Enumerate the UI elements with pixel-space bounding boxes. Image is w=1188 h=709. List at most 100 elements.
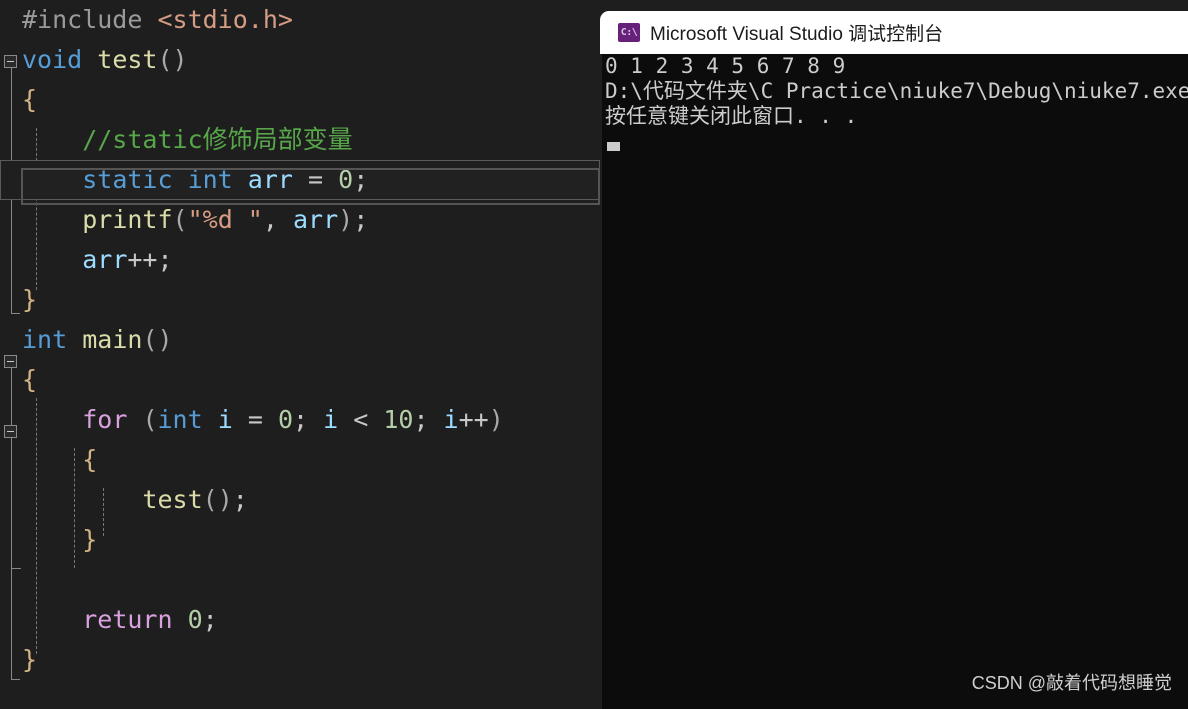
code-line-text: { bbox=[22, 360, 37, 400]
code-line-text: return 0; bbox=[22, 600, 218, 640]
code-token: arr bbox=[292, 205, 339, 234]
code-line[interactable]: return 0; bbox=[0, 600, 600, 640]
code-line[interactable]: void test() bbox=[0, 40, 600, 80]
code-line[interactable]: for (int i = 0; i < 10; i++) bbox=[0, 400, 600, 440]
code-token: main bbox=[82, 325, 143, 354]
vs-console-icon: C:\ bbox=[618, 23, 640, 42]
code-token: ) bbox=[338, 205, 354, 234]
code-line-text: int main() bbox=[22, 320, 173, 360]
code-token: static bbox=[82, 165, 188, 194]
console-title-text: Microsoft Visual Studio 调试控制台 bbox=[650, 24, 944, 45]
code-line[interactable]: //static修饰局部变量 bbox=[0, 120, 600, 160]
code-token: 0 bbox=[187, 605, 203, 634]
code-line[interactable]: static int arr = 0; bbox=[0, 160, 600, 200]
code-line-text: { bbox=[22, 440, 97, 480]
code-token: ( bbox=[172, 205, 188, 234]
code-line-text: } bbox=[22, 520, 97, 560]
code-token: i bbox=[443, 405, 459, 434]
code-line[interactable]: arr++; bbox=[0, 240, 600, 280]
code-token: i bbox=[217, 405, 248, 434]
code-token: () bbox=[157, 45, 188, 74]
code-token: ; bbox=[413, 405, 444, 434]
code-line[interactable]: { bbox=[0, 360, 600, 400]
code-line-text: static int arr = 0; bbox=[22, 160, 368, 200]
console-titlebar[interactable]: C:\ Microsoft Visual Studio 调试控制台 bbox=[600, 11, 1188, 54]
code-line-text: //static修饰局部变量 bbox=[22, 120, 353, 160]
code-token: } bbox=[22, 525, 98, 554]
console-cursor bbox=[607, 142, 620, 151]
code-line-text: test(); bbox=[22, 480, 248, 520]
vs-console-icon-glyph: C:\ bbox=[620, 26, 638, 38]
code-token: printf bbox=[82, 205, 173, 234]
watermark-text: CSDN @敲着代码想睡觉 bbox=[971, 673, 1172, 693]
code-line-text: for (int i = 0; i < 10; i++) bbox=[22, 400, 504, 440]
code-token: void bbox=[22, 45, 98, 74]
code-token: int bbox=[187, 165, 248, 194]
code-token: = bbox=[308, 165, 339, 194]
code-line-text: void test() bbox=[22, 40, 188, 80]
code-token: { bbox=[22, 85, 38, 114]
code-token: 0 bbox=[277, 405, 293, 434]
code-line-text: { bbox=[22, 80, 37, 120]
code-token: 10 bbox=[383, 405, 414, 434]
code-token: { bbox=[22, 365, 38, 394]
console-output-lines: 0 1 2 3 4 5 6 7 8 9 D:\代码文件夹\C Practice\n… bbox=[602, 54, 1188, 129]
code-token: < bbox=[353, 405, 384, 434]
code-line[interactable]: { bbox=[0, 80, 600, 120]
code-line[interactable]: test(); bbox=[0, 480, 600, 520]
code-token: ; bbox=[353, 165, 369, 194]
code-line[interactable]: } bbox=[0, 520, 600, 560]
code-line-text: printf("%d ", arr); bbox=[22, 200, 368, 240]
code-token: arr bbox=[82, 245, 128, 274]
code-line[interactable]: printf("%d ", arr); bbox=[0, 200, 600, 240]
console-output-line: 0 1 2 3 4 5 6 7 8 9 bbox=[605, 54, 846, 78]
code-token: } bbox=[22, 285, 38, 314]
code-token: () bbox=[142, 325, 173, 354]
code-token: ; bbox=[232, 485, 248, 514]
code-token: 0 bbox=[338, 165, 354, 194]
code-line[interactable]: } bbox=[0, 640, 600, 680]
code-token: int bbox=[157, 405, 218, 434]
code-lines[interactable]: #include <stdio.h> void test(){ //static修… bbox=[0, 0, 600, 680]
code-token: "%d " bbox=[187, 205, 263, 234]
code-token: return bbox=[82, 605, 188, 634]
code-token: () bbox=[202, 485, 233, 514]
code-token: ; bbox=[293, 405, 324, 434]
code-line-text: arr++; bbox=[22, 240, 173, 280]
code-token: ++; bbox=[127, 245, 173, 274]
code-line[interactable]: int main() bbox=[0, 320, 600, 360]
console-output-area[interactable]: 0 1 2 3 4 5 6 7 8 9 D:\代码文件夹\C Practice\n… bbox=[602, 54, 1188, 709]
code-token: for bbox=[82, 405, 143, 434]
code-line[interactable]: { bbox=[0, 440, 600, 480]
code-token: test bbox=[142, 485, 203, 514]
code-token: = bbox=[247, 405, 278, 434]
code-line-text: } bbox=[22, 280, 37, 320]
console-output-line: 按任意键关闭此窗口. . . bbox=[605, 104, 858, 128]
code-token: { bbox=[22, 445, 98, 474]
code-token: } bbox=[22, 645, 38, 674]
code-token: , bbox=[262, 205, 293, 234]
code-token: int bbox=[22, 325, 83, 354]
code-token: //static修饰局部变量 bbox=[22, 125, 353, 154]
code-token: ( bbox=[142, 405, 158, 434]
code-token: ) bbox=[488, 405, 504, 434]
code-line-text: } bbox=[22, 640, 37, 680]
code-token: ; bbox=[202, 605, 218, 634]
code-line[interactable]: #include <stdio.h> bbox=[0, 0, 600, 40]
code-token: ; bbox=[353, 205, 369, 234]
code-token: arr bbox=[247, 165, 309, 194]
code-line-text: #include <stdio.h> bbox=[22, 0, 293, 40]
code-token: ++ bbox=[458, 405, 489, 434]
code-token: i bbox=[323, 405, 354, 434]
debug-console-window[interactable]: C:\ Microsoft Visual Studio 调试控制台 0 1 2 … bbox=[600, 11, 1188, 709]
code-token: <stdio.h> bbox=[157, 5, 293, 34]
code-editor-pane[interactable]: #include <stdio.h> void test(){ //static修… bbox=[0, 0, 600, 709]
code-line[interactable]: } bbox=[0, 280, 600, 320]
code-token: test bbox=[97, 45, 158, 74]
code-line[interactable] bbox=[0, 560, 600, 600]
